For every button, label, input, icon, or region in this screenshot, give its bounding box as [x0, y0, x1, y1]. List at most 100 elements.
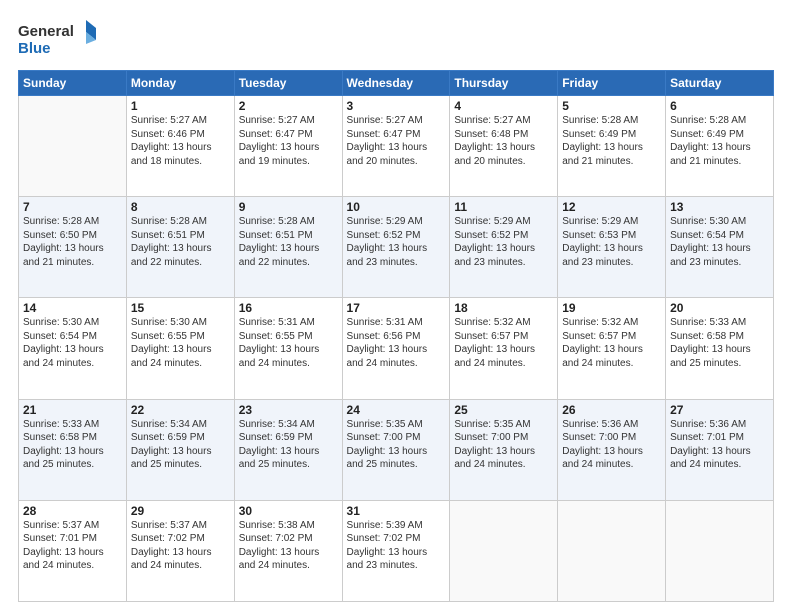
day-number: 4 [454, 99, 553, 113]
calendar-cell: 8Sunrise: 5:28 AMSunset: 6:51 PMDaylight… [126, 197, 234, 298]
day-number: 14 [23, 301, 122, 315]
logo-svg: General Blue [18, 18, 98, 60]
day-number: 15 [131, 301, 230, 315]
calendar-cell: 22Sunrise: 5:34 AMSunset: 6:59 PMDayligh… [126, 399, 234, 500]
day-number: 24 [347, 403, 446, 417]
calendar-cell: 26Sunrise: 5:36 AMSunset: 7:00 PMDayligh… [558, 399, 666, 500]
day-number: 1 [131, 99, 230, 113]
day-info: Sunrise: 5:34 AMSunset: 6:59 PMDaylight:… [239, 418, 338, 472]
calendar-table: SundayMondayTuesdayWednesdayThursdayFrid… [18, 70, 774, 602]
day-info: Sunrise: 5:36 AMSunset: 7:00 PMDaylight:… [562, 418, 661, 472]
calendar-cell [450, 500, 558, 601]
day-info: Sunrise: 5:30 AMSunset: 6:54 PMDaylight:… [670, 215, 769, 269]
calendar-cell [666, 500, 774, 601]
calendar-cell: 29Sunrise: 5:37 AMSunset: 7:02 PMDayligh… [126, 500, 234, 601]
day-info: Sunrise: 5:33 AMSunset: 6:58 PMDaylight:… [23, 418, 122, 472]
day-info: Sunrise: 5:36 AMSunset: 7:01 PMDaylight:… [670, 418, 769, 472]
day-info: Sunrise: 5:27 AMSunset: 6:47 PMDaylight:… [239, 114, 338, 168]
day-number: 25 [454, 403, 553, 417]
day-info: Sunrise: 5:38 AMSunset: 7:02 PMDaylight:… [239, 519, 338, 573]
day-info: Sunrise: 5:28 AMSunset: 6:49 PMDaylight:… [670, 114, 769, 168]
day-number: 23 [239, 403, 338, 417]
day-number: 22 [131, 403, 230, 417]
day-info: Sunrise: 5:34 AMSunset: 6:59 PMDaylight:… [131, 418, 230, 472]
calendar-cell [558, 500, 666, 601]
calendar-cell: 19Sunrise: 5:32 AMSunset: 6:57 PMDayligh… [558, 298, 666, 399]
day-number: 21 [23, 403, 122, 417]
day-info: Sunrise: 5:32 AMSunset: 6:57 PMDaylight:… [562, 316, 661, 370]
day-number: 27 [670, 403, 769, 417]
weekday-header-row: SundayMondayTuesdayWednesdayThursdayFrid… [19, 71, 774, 96]
calendar-cell: 21Sunrise: 5:33 AMSunset: 6:58 PMDayligh… [19, 399, 127, 500]
day-number: 20 [670, 301, 769, 315]
calendar-cell: 6Sunrise: 5:28 AMSunset: 6:49 PMDaylight… [666, 96, 774, 197]
day-info: Sunrise: 5:31 AMSunset: 6:56 PMDaylight:… [347, 316, 446, 370]
calendar-cell: 5Sunrise: 5:28 AMSunset: 6:49 PMDaylight… [558, 96, 666, 197]
day-info: Sunrise: 5:29 AMSunset: 6:52 PMDaylight:… [454, 215, 553, 269]
day-info: Sunrise: 5:28 AMSunset: 6:49 PMDaylight:… [562, 114, 661, 168]
day-info: Sunrise: 5:27 AMSunset: 6:48 PMDaylight:… [454, 114, 553, 168]
week-row-4: 28Sunrise: 5:37 AMSunset: 7:01 PMDayligh… [19, 500, 774, 601]
calendar-cell: 16Sunrise: 5:31 AMSunset: 6:55 PMDayligh… [234, 298, 342, 399]
weekday-header-friday: Friday [558, 71, 666, 96]
day-number: 26 [562, 403, 661, 417]
calendar-cell: 14Sunrise: 5:30 AMSunset: 6:54 PMDayligh… [19, 298, 127, 399]
header: General Blue [18, 18, 774, 60]
calendar-cell: 4Sunrise: 5:27 AMSunset: 6:48 PMDaylight… [450, 96, 558, 197]
day-info: Sunrise: 5:32 AMSunset: 6:57 PMDaylight:… [454, 316, 553, 370]
weekday-header-thursday: Thursday [450, 71, 558, 96]
day-info: Sunrise: 5:33 AMSunset: 6:58 PMDaylight:… [670, 316, 769, 370]
calendar-cell: 31Sunrise: 5:39 AMSunset: 7:02 PMDayligh… [342, 500, 450, 601]
calendar-cell: 11Sunrise: 5:29 AMSunset: 6:52 PMDayligh… [450, 197, 558, 298]
day-info: Sunrise: 5:27 AMSunset: 6:46 PMDaylight:… [131, 114, 230, 168]
calendar-cell: 25Sunrise: 5:35 AMSunset: 7:00 PMDayligh… [450, 399, 558, 500]
weekday-header-saturday: Saturday [666, 71, 774, 96]
weekday-header-tuesday: Tuesday [234, 71, 342, 96]
svg-text:General: General [18, 23, 74, 40]
calendar-cell: 24Sunrise: 5:35 AMSunset: 7:00 PMDayligh… [342, 399, 450, 500]
day-info: Sunrise: 5:39 AMSunset: 7:02 PMDaylight:… [347, 519, 446, 573]
weekday-header-wednesday: Wednesday [342, 71, 450, 96]
day-number: 5 [562, 99, 661, 113]
day-info: Sunrise: 5:31 AMSunset: 6:55 PMDaylight:… [239, 316, 338, 370]
day-info: Sunrise: 5:35 AMSunset: 7:00 PMDaylight:… [347, 418, 446, 472]
weekday-header-sunday: Sunday [19, 71, 127, 96]
day-info: Sunrise: 5:29 AMSunset: 6:52 PMDaylight:… [347, 215, 446, 269]
day-info: Sunrise: 5:27 AMSunset: 6:47 PMDaylight:… [347, 114, 446, 168]
day-info: Sunrise: 5:29 AMSunset: 6:53 PMDaylight:… [562, 215, 661, 269]
calendar-cell: 18Sunrise: 5:32 AMSunset: 6:57 PMDayligh… [450, 298, 558, 399]
calendar-cell: 30Sunrise: 5:38 AMSunset: 7:02 PMDayligh… [234, 500, 342, 601]
day-info: Sunrise: 5:28 AMSunset: 6:51 PMDaylight:… [131, 215, 230, 269]
day-number: 2 [239, 99, 338, 113]
calendar-cell: 17Sunrise: 5:31 AMSunset: 6:56 PMDayligh… [342, 298, 450, 399]
day-number: 29 [131, 504, 230, 518]
page: General Blue SundayMondayTuesdayWednesda… [0, 0, 792, 612]
week-row-2: 14Sunrise: 5:30 AMSunset: 6:54 PMDayligh… [19, 298, 774, 399]
day-number: 17 [347, 301, 446, 315]
calendar-cell: 20Sunrise: 5:33 AMSunset: 6:58 PMDayligh… [666, 298, 774, 399]
day-number: 9 [239, 200, 338, 214]
calendar-cell: 13Sunrise: 5:30 AMSunset: 6:54 PMDayligh… [666, 197, 774, 298]
day-number: 30 [239, 504, 338, 518]
calendar-cell: 15Sunrise: 5:30 AMSunset: 6:55 PMDayligh… [126, 298, 234, 399]
day-number: 11 [454, 200, 553, 214]
calendar-cell: 28Sunrise: 5:37 AMSunset: 7:01 PMDayligh… [19, 500, 127, 601]
day-number: 19 [562, 301, 661, 315]
day-number: 8 [131, 200, 230, 214]
day-number: 6 [670, 99, 769, 113]
calendar-cell: 9Sunrise: 5:28 AMSunset: 6:51 PMDaylight… [234, 197, 342, 298]
day-number: 18 [454, 301, 553, 315]
logo: General Blue [18, 18, 98, 60]
calendar-cell: 7Sunrise: 5:28 AMSunset: 6:50 PMDaylight… [19, 197, 127, 298]
day-info: Sunrise: 5:30 AMSunset: 6:55 PMDaylight:… [131, 316, 230, 370]
week-row-3: 21Sunrise: 5:33 AMSunset: 6:58 PMDayligh… [19, 399, 774, 500]
day-number: 3 [347, 99, 446, 113]
calendar-cell [19, 96, 127, 197]
week-row-0: 1Sunrise: 5:27 AMSunset: 6:46 PMDaylight… [19, 96, 774, 197]
day-info: Sunrise: 5:28 AMSunset: 6:50 PMDaylight:… [23, 215, 122, 269]
calendar-cell: 27Sunrise: 5:36 AMSunset: 7:01 PMDayligh… [666, 399, 774, 500]
day-info: Sunrise: 5:35 AMSunset: 7:00 PMDaylight:… [454, 418, 553, 472]
day-number: 16 [239, 301, 338, 315]
day-number: 28 [23, 504, 122, 518]
day-number: 31 [347, 504, 446, 518]
